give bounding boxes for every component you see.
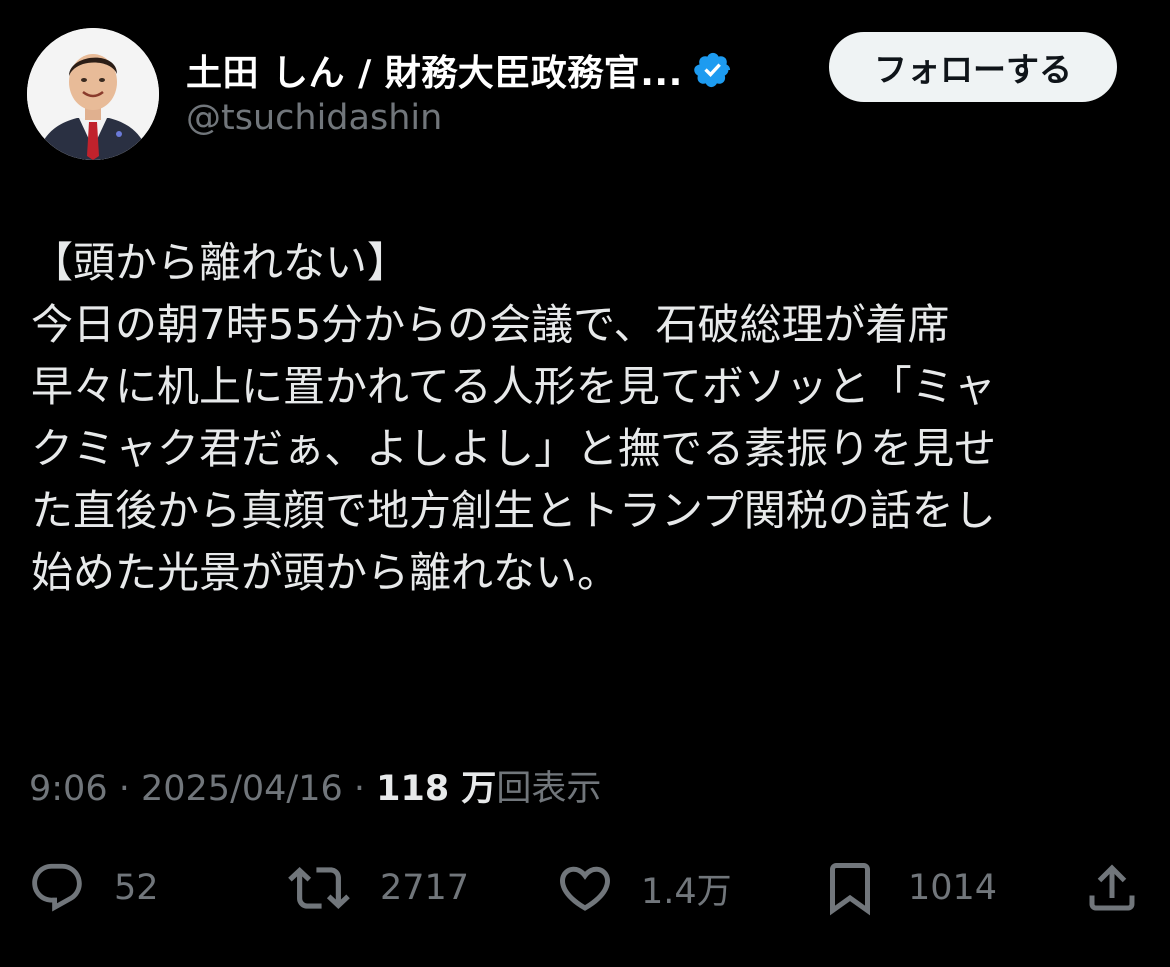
- views-count: 118 万: [376, 769, 497, 809]
- share-button[interactable]: [1082, 858, 1142, 918]
- like-button[interactable]: 1.4万: [555, 858, 732, 918]
- author-avatar[interactable]: [27, 28, 159, 160]
- bookmark-icon: [820, 858, 880, 918]
- retweet-count: 2717: [380, 868, 470, 908]
- views-label: 回表示: [496, 769, 602, 809]
- tweet-line: た直後から真顔で地方創生とトランプ関税の話をし: [31, 486, 996, 535]
- reply-count: 52: [114, 868, 159, 908]
- reply-bubble-icon: [28, 859, 86, 917]
- tweet-line: 始めた光景が頭から離れない。: [31, 548, 620, 597]
- retweet-icon: [288, 857, 350, 919]
- tweet-line: 【頭から離れない】: [31, 238, 410, 287]
- follow-button[interactable]: フォローする: [829, 32, 1117, 102]
- verified-badge-icon: [693, 50, 733, 90]
- like-count: 1.4万: [641, 871, 732, 912]
- tweet-meta: 9:06 · 2025/04/16 · 118 万回表示: [29, 760, 601, 811]
- tweet-line: 早々に机上に置かれてる人形を見てボソッと「ミャ: [31, 362, 996, 411]
- bookmark-button[interactable]: 1014: [820, 858, 997, 918]
- reply-button[interactable]: 52: [28, 858, 159, 918]
- retweet-button[interactable]: 2717: [288, 858, 469, 918]
- tweet-date[interactable]: 2025/04/16: [141, 769, 343, 809]
- tweet-time[interactable]: 9:06: [29, 769, 108, 809]
- meta-separator: ·: [342, 769, 377, 809]
- author-handle[interactable]: @tsuchidashin: [186, 98, 442, 138]
- share-icon: [1082, 858, 1142, 918]
- meta-separator: ·: [107, 769, 141, 809]
- author-avatar-image: [27, 28, 159, 160]
- tweet-line: クミャク君だぁ、よしよし」と撫でる素振りを見せ: [31, 424, 997, 473]
- bookmark-count: 1014: [908, 868, 998, 908]
- heart-icon: [555, 858, 615, 918]
- author-name-row[interactable]: 土田 しん / 財務大臣政務官...: [186, 42, 733, 98]
- tweet-line: 今日の朝7時55分からの会議で、石破総理が着席: [31, 300, 950, 349]
- tweet-text: 【頭から離れない】 今日の朝7時55分からの会議で、石破総理が着席 早々に机上に…: [31, 232, 1141, 604]
- author-display-name[interactable]: 土田 しん / 財務大臣政務官...: [186, 44, 683, 96]
